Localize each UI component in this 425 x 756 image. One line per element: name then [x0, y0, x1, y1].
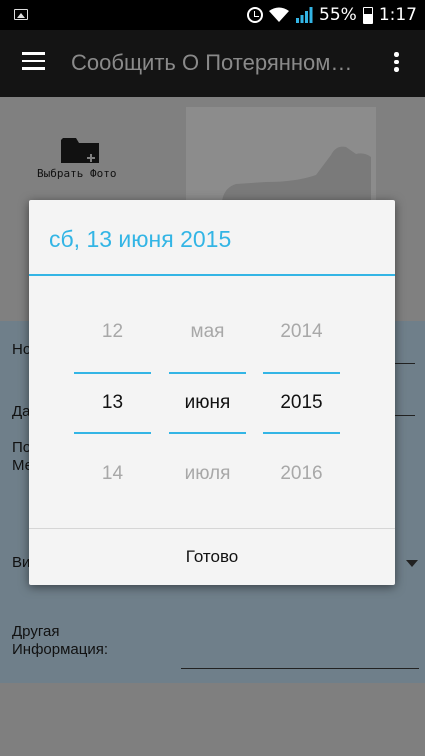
month-prev[interactable]: мая	[169, 321, 246, 343]
page-title: Сообщить О Потерянном…	[71, 50, 353, 75]
choose-photo-label[interactable]: Выбрать Фото	[37, 167, 116, 180]
month-next[interactable]: июля	[169, 463, 246, 485]
day-prev[interactable]: 12	[74, 321, 151, 343]
date-label: Да	[12, 403, 31, 420]
date-picker-dialog: сб, 13 июня 2015 12 13 14 мая июня июля …	[29, 200, 395, 585]
day-picker[interactable]: 12 13 14	[74, 276, 151, 528]
image-icon	[14, 9, 28, 20]
year-current[interactable]: 2015	[263, 392, 340, 414]
status-indicators: 55% 1:17	[247, 0, 417, 30]
folder-add-icon[interactable]	[61, 137, 99, 163]
year-prev[interactable]: 2014	[263, 321, 340, 343]
month-separator-bottom	[169, 432, 246, 434]
overflow-menu-icon[interactable]	[394, 52, 399, 72]
app-bar: Сообщить О Потерянном…	[0, 30, 425, 97]
day-separator-top	[74, 372, 151, 374]
dialog-title: сб, 13 июня 2015	[49, 226, 232, 252]
year-separator-bottom	[263, 432, 340, 434]
menu-icon[interactable]	[22, 52, 45, 70]
type-dropdown-arrow-icon[interactable]	[406, 560, 418, 567]
date-field-line	[395, 415, 415, 416]
name-field-line	[395, 363, 415, 364]
other-info-label-line1: Другая	[12, 623, 60, 640]
done-button[interactable]: Готово	[29, 529, 395, 585]
year-next[interactable]: 2016	[263, 463, 340, 485]
day-separator-bottom	[74, 432, 151, 434]
type-label: Ви	[12, 554, 31, 571]
status-bar: 55% 1:17	[0, 0, 425, 30]
alarm-icon	[247, 7, 264, 23]
year-picker[interactable]: 2014 2015 2016	[263, 276, 340, 528]
month-separator-top	[169, 372, 246, 374]
signal-icon	[296, 7, 313, 23]
day-current[interactable]: 13	[74, 392, 151, 414]
clock: 1:17	[378, 5, 417, 25]
battery-percent: 55%	[319, 5, 357, 25]
year-separator-top	[263, 372, 340, 374]
battery-icon	[362, 6, 373, 24]
other-info-field-line[interactable]	[181, 668, 419, 669]
dialog-header: сб, 13 июня 2015	[29, 200, 395, 276]
month-current[interactable]: июня	[169, 392, 246, 414]
other-info-label-line2: Информация:	[12, 641, 109, 658]
month-picker[interactable]: мая июня июля	[169, 276, 246, 528]
day-next[interactable]: 14	[74, 463, 151, 485]
wifi-icon	[269, 7, 290, 22]
